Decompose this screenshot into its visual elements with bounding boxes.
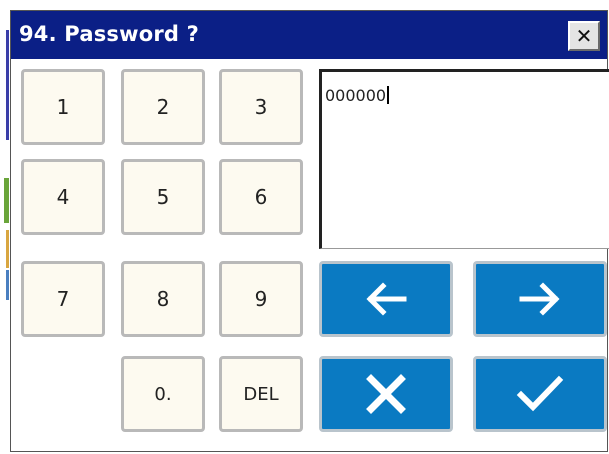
key-5[interactable]: 5 <box>121 159 205 235</box>
close-icon: ✕ <box>575 24 593 48</box>
key-0-dot[interactable]: 0. <box>121 356 205 432</box>
title-bar: 94. Password ? ✕ <box>11 11 607 59</box>
ok-button[interactable] <box>473 356 607 432</box>
background-blue-bar-2 <box>6 270 9 300</box>
x-icon <box>366 374 406 414</box>
password-input[interactable]: 000000 <box>319 69 609 249</box>
key-4[interactable]: 4 <box>21 159 105 235</box>
password-value: 000000 <box>325 86 390 105</box>
key-3[interactable]: 3 <box>219 69 303 145</box>
cancel-button[interactable] <box>319 356 453 432</box>
cursor-left-button[interactable] <box>319 261 453 337</box>
key-2[interactable]: 2 <box>121 69 205 145</box>
cursor-right-button[interactable] <box>473 261 607 337</box>
key-6[interactable]: 6 <box>219 159 303 235</box>
background-green-bar <box>4 178 9 223</box>
key-1[interactable]: 1 <box>21 69 105 145</box>
background-blue-bar <box>6 30 9 140</box>
arrow-right-icon <box>519 282 560 316</box>
password-dialog: 94. Password ? ✕ 1 2 3 4 5 6 7 8 9 0. DE… <box>10 10 609 452</box>
text-caret <box>387 86 390 104</box>
key-7[interactable]: 7 <box>21 261 105 337</box>
checkmark-icon <box>516 375 564 412</box>
dialog-title: 94. Password ? <box>19 22 200 46</box>
close-button[interactable]: ✕ <box>568 21 600 51</box>
key-9[interactable]: 9 <box>219 261 303 337</box>
arrow-left-icon <box>366 282 407 316</box>
key-8[interactable]: 8 <box>121 261 205 337</box>
key-delete[interactable]: DEL <box>219 356 303 432</box>
background-orange-bar <box>6 230 9 268</box>
